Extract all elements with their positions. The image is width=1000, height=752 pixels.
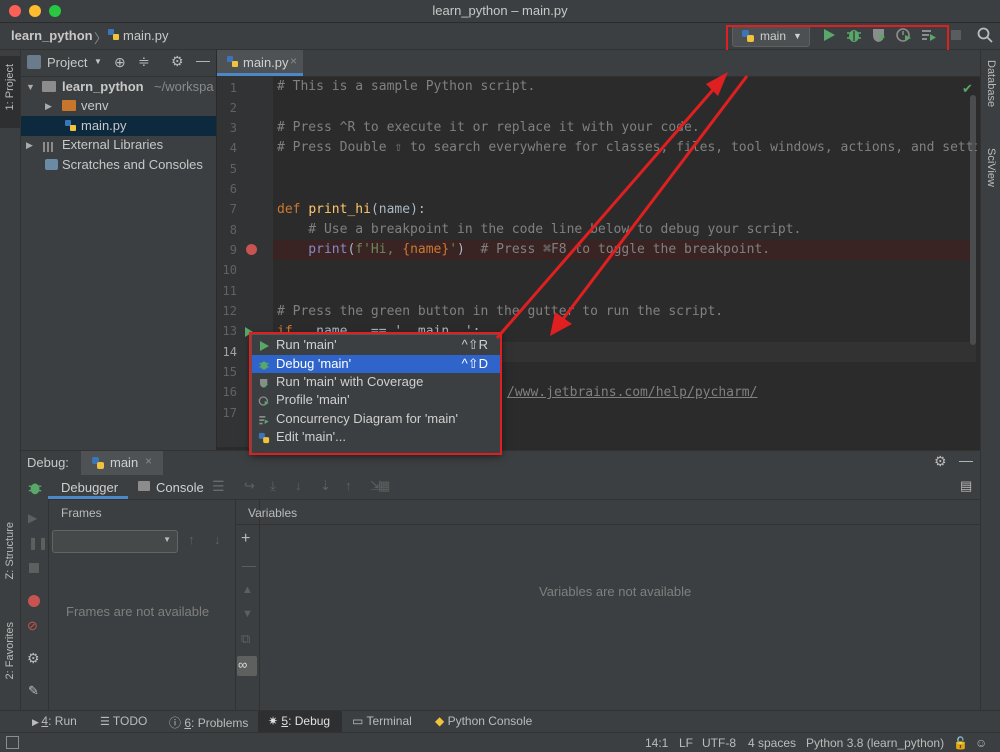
annotation-arrow-up [495,83,720,339]
annotation-arrowhead-down [550,312,572,336]
annotation-arrows [495,72,749,339]
annotation-arrow-down [558,75,749,324]
